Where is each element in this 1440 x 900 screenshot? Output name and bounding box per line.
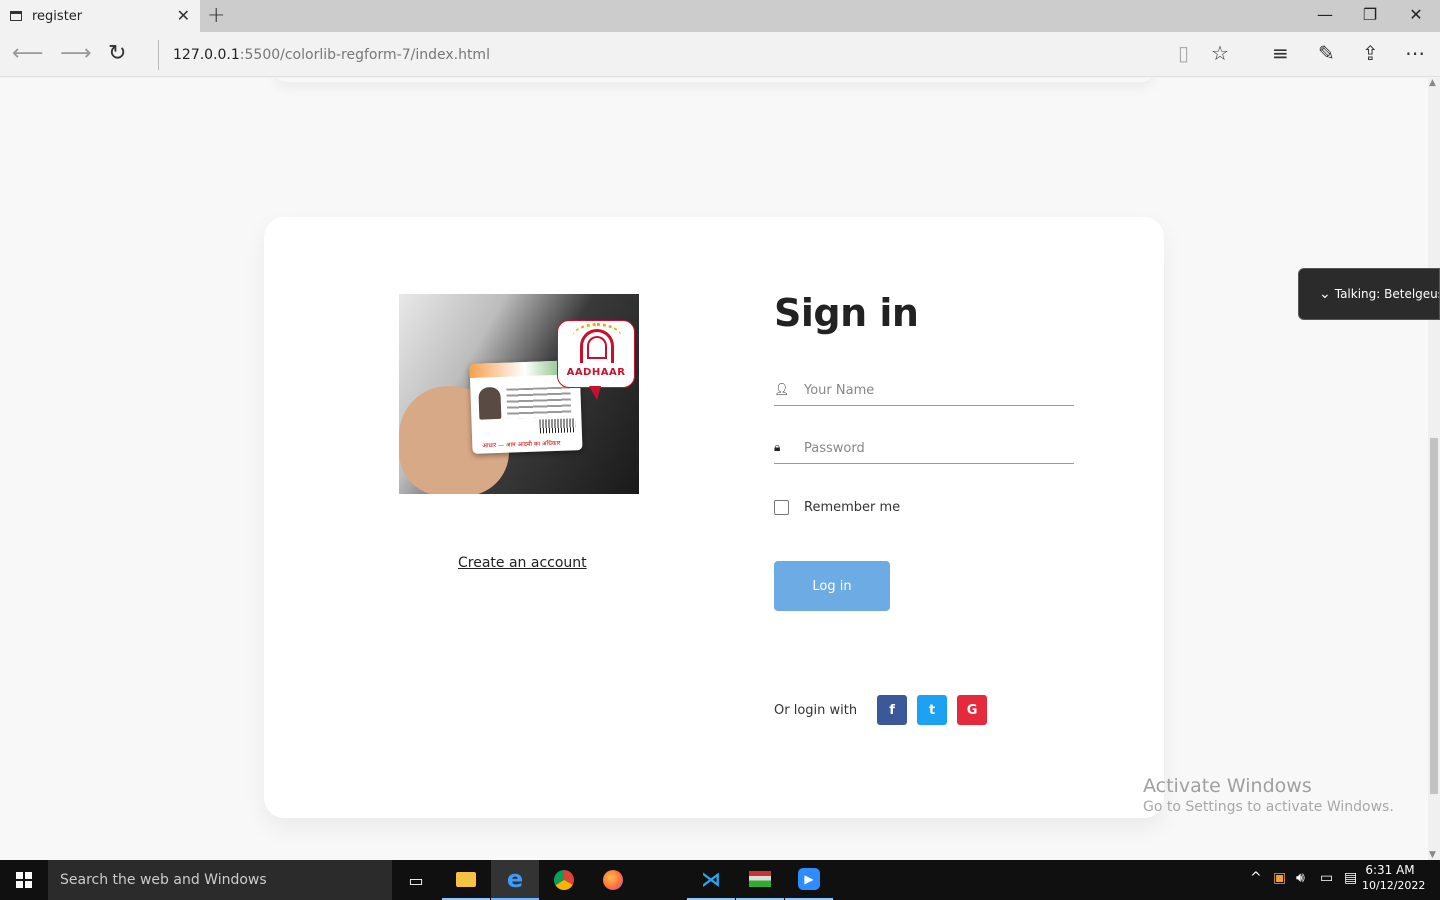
id-card-lines bbox=[506, 386, 572, 419]
person-icon: 👤︎ bbox=[774, 382, 790, 396]
activate-windows-watermark: Activate Windows Go to Settings to activ… bbox=[1143, 775, 1394, 815]
lock-icon: 🔒︎ bbox=[774, 440, 781, 454]
tray-app-icon[interactable]: ▣ bbox=[1273, 870, 1286, 886]
name-field: 👤︎ bbox=[774, 376, 1074, 406]
close-window-icon[interactable]: ✕ bbox=[1396, 5, 1436, 24]
password-input[interactable] bbox=[804, 436, 1064, 460]
reading-view-icon[interactable]: ▯ bbox=[1178, 41, 1189, 65]
tab-title: register bbox=[32, 8, 83, 24]
zoom-icon[interactable]: ▶ bbox=[785, 860, 833, 900]
clock-time: 6:31 AM bbox=[1365, 863, 1415, 877]
signin-card: आधार — आम आदमी का अधिकार AADHAAR Create … bbox=[264, 217, 1164, 818]
page-viewport: आधार — आम आदमी का अधिकार AADHAAR Create … bbox=[0, 78, 1428, 860]
page-icon bbox=[10, 11, 22, 21]
restore-icon[interactable]: ❐ bbox=[1350, 5, 1390, 24]
scroll-up-icon[interactable]: ▲ bbox=[1429, 78, 1436, 88]
previous-card-edge bbox=[274, 78, 1154, 82]
firefox-icon[interactable] bbox=[589, 860, 637, 900]
browser-tab[interactable]: register ✕ bbox=[0, 0, 200, 32]
google-login-button[interactable]: G bbox=[957, 695, 988, 725]
url-path: :5500/colorlib-regform-7/index.html bbox=[239, 47, 490, 63]
refresh-icon[interactable]: ↻ bbox=[108, 41, 126, 66]
task-view-icon[interactable]: ▭ bbox=[392, 860, 440, 900]
taskbar: Search the web and Windows ▭ e ⋊ ▶ ^ ▣ 🔊… bbox=[0, 860, 1440, 900]
name-input[interactable] bbox=[804, 378, 1064, 402]
app-window-icon[interactable] bbox=[736, 860, 784, 900]
network-icon[interactable]: ▭ bbox=[1320, 870, 1333, 886]
address-bar[interactable]: 127.0.0.1:5500/colorlib-regform-7/index.… bbox=[158, 40, 490, 70]
url-host: 127.0.0.1 bbox=[173, 47, 240, 63]
fingerprint-icon bbox=[580, 329, 614, 363]
narrator-toast[interactable]: ⌄ Talking: Betelgeuse bbox=[1298, 268, 1440, 320]
social-login-row: Or login with f t G bbox=[774, 695, 997, 725]
remember-me-label: Remember me bbox=[804, 500, 901, 515]
taskbar-clock[interactable]: 6:31 AM 10/12/2022 bbox=[1362, 863, 1426, 892]
bubble-tail bbox=[589, 386, 601, 400]
create-account-link[interactable]: Create an account bbox=[458, 555, 587, 571]
signin-title: Sign in bbox=[774, 291, 919, 335]
action-center-icon[interactable]: ▤ bbox=[1344, 870, 1357, 886]
aadhaar-logo-text: AADHAAR bbox=[566, 367, 626, 378]
minimize-icon[interactable]: — bbox=[1305, 5, 1345, 24]
taskbar-search[interactable]: Search the web and Windows bbox=[48, 860, 392, 900]
new-tab-icon[interactable]: + bbox=[207, 3, 225, 28]
social-login-label: Or login with bbox=[774, 702, 858, 718]
edge-browser-icon[interactable]: e bbox=[491, 860, 539, 900]
forward-icon[interactable]: ⟶ bbox=[60, 41, 92, 66]
windows-logo-icon bbox=[16, 872, 32, 888]
login-button[interactable]: Log in bbox=[774, 561, 890, 611]
more-icon[interactable]: ⋯ bbox=[1405, 41, 1425, 65]
clock-date: 10/12/2022 bbox=[1362, 879, 1426, 892]
scroll-down-icon[interactable]: ▼ bbox=[1429, 850, 1436, 860]
tab-bar: register ✕ + — ❐ ✕ bbox=[0, 0, 1440, 32]
tray-overflow-icon[interactable]: ^ bbox=[1250, 870, 1262, 886]
remember-me-checkbox[interactable] bbox=[774, 500, 789, 515]
vscode-icon[interactable]: ⋊ bbox=[687, 860, 735, 900]
id-card-photo bbox=[478, 386, 502, 420]
file-explorer-icon[interactable] bbox=[442, 860, 490, 900]
start-button[interactable] bbox=[0, 860, 48, 900]
chrome-icon[interactable] bbox=[540, 860, 588, 900]
close-tab-icon[interactable]: ✕ bbox=[177, 6, 190, 25]
page-scrollbar[interactable]: ▲ ▼ bbox=[1428, 78, 1440, 860]
scrollbar-thumb[interactable] bbox=[1430, 438, 1438, 794]
narrator-text: Talking: Betelgeuse bbox=[1334, 287, 1440, 301]
twitter-login-button[interactable]: t bbox=[917, 695, 948, 725]
activate-windows-subtitle: Go to Settings to activate Windows. bbox=[1143, 799, 1394, 815]
aadhaar-hero-image: आधार — आम आदमी का अधिकार AADHAAR bbox=[399, 294, 639, 494]
id-card-footer: आधार — आम आदमी का अधिकार bbox=[482, 439, 561, 450]
volume-icon[interactable]: 🔊︎ bbox=[1296, 870, 1305, 886]
password-field: 🔒︎ bbox=[774, 434, 1074, 464]
back-icon[interactable]: ⟵ bbox=[12, 41, 44, 66]
navigation-bar: ⟵ ⟶ ↻ 127.0.0.1:5500/colorlib-regform-7/… bbox=[0, 32, 1440, 77]
share-icon[interactable]: ⇪ bbox=[1362, 41, 1379, 65]
aadhaar-logo-bubble: AADHAAR bbox=[557, 320, 635, 388]
facebook-login-button[interactable]: f bbox=[877, 695, 908, 725]
chevron-down-icon: ⌄ bbox=[1319, 286, 1331, 302]
activate-windows-title: Activate Windows bbox=[1143, 775, 1312, 797]
favorite-star-icon[interactable]: ☆ bbox=[1211, 41, 1229, 65]
id-card-barcode bbox=[539, 418, 576, 434]
hub-icon[interactable]: ≡ bbox=[1272, 41, 1289, 65]
remember-me-row: Remember me bbox=[774, 500, 900, 515]
web-note-icon[interactable]: ✎ bbox=[1318, 41, 1335, 65]
